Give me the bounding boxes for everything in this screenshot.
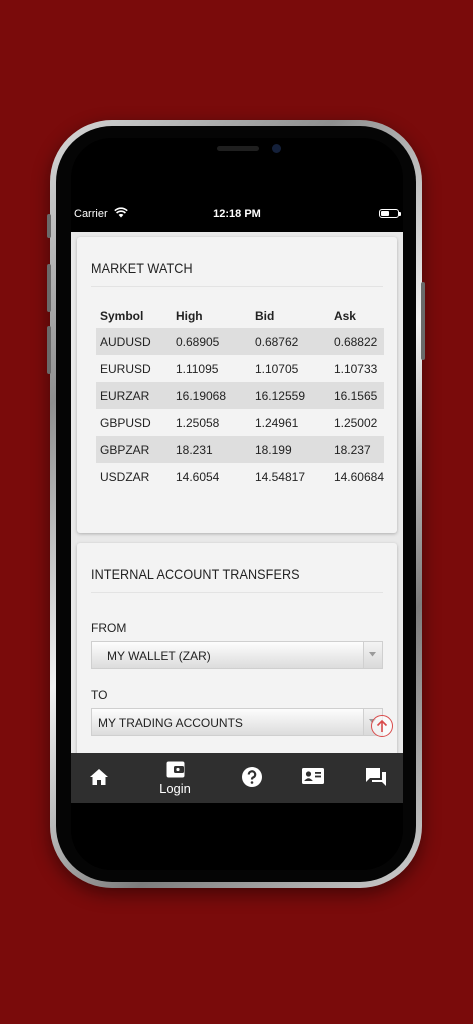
column-header-ask: Ask bbox=[333, 308, 356, 323]
transfers-card: INTERNAL ACCOUNT TRANSFERS FROM MY WALLE… bbox=[77, 543, 397, 753]
power-button bbox=[421, 282, 425, 360]
cell-symbol: EURZAR bbox=[96, 382, 172, 409]
table-row: GBPZAR 18.231 18.199 18.237 bbox=[96, 436, 384, 463]
cell-bid: 18.199 bbox=[250, 436, 330, 463]
market-watch-table: Symbol High Bid Ask AUDUSD 0.68905 0.687… bbox=[96, 303, 384, 490]
scroll-content[interactable]: MARKET WATCH Symbol High Bid Ask AUDUSD … bbox=[71, 232, 403, 753]
cell-ask: 14.60684 bbox=[333, 469, 384, 484]
status-bar: Carrier 12:18 PM bbox=[71, 205, 403, 225]
cell-high: 0.68905 bbox=[171, 328, 251, 355]
volume-up-button bbox=[47, 264, 51, 312]
table-row: USDZAR 14.6054 14.54817 14.60684 bbox=[96, 463, 384, 490]
market-watch-card: MARKET WATCH Symbol High Bid Ask AUDUSD … bbox=[77, 237, 397, 533]
column-header-high: High bbox=[175, 308, 203, 323]
transfers-title: INTERNAL ACCOUNT TRANSFERS bbox=[91, 566, 300, 582]
cell-symbol: GBPUSD bbox=[100, 415, 151, 430]
cell-bid: 16.12559 bbox=[250, 382, 330, 409]
nav-login-label: Login bbox=[159, 781, 191, 796]
cell-high: 18.231 bbox=[171, 436, 251, 463]
divider bbox=[91, 286, 383, 287]
home-icon bbox=[90, 769, 108, 785]
speaker-grille bbox=[217, 146, 259, 151]
help-icon bbox=[242, 767, 262, 787]
cell-bid: 1.24961 bbox=[254, 415, 299, 430]
cell-symbol: USDZAR bbox=[100, 469, 150, 484]
to-account-select[interactable]: MY TRADING ACCOUNTS bbox=[91, 708, 383, 736]
table-row: GBPUSD 1.25058 1.24961 1.25002 bbox=[96, 409, 384, 436]
from-account-value: MY WALLET (ZAR) bbox=[107, 649, 211, 663]
battery-icon bbox=[379, 209, 401, 218]
nav-help[interactable] bbox=[233, 753, 271, 803]
table-row: EURZAR 16.19068 16.12559 16.1565 bbox=[96, 382, 384, 409]
divider bbox=[91, 592, 383, 593]
from-label: FROM bbox=[91, 621, 127, 635]
cell-bid: 1.10705 bbox=[254, 361, 299, 376]
cell-high: 16.19068 bbox=[171, 382, 251, 409]
nav-login[interactable]: Login bbox=[151, 753, 199, 803]
cell-ask: 16.1565 bbox=[329, 382, 384, 409]
scroll-to-top-button[interactable] bbox=[371, 715, 393, 737]
market-watch-title: MARKET WATCH bbox=[91, 260, 193, 276]
cell-ask: 0.68822 bbox=[329, 328, 384, 355]
column-header-symbol: Symbol bbox=[100, 308, 144, 323]
cell-ask: 1.10733 bbox=[333, 361, 378, 376]
cell-symbol: EURUSD bbox=[100, 361, 151, 376]
cell-bid: 14.54817 bbox=[254, 469, 305, 484]
table-header-row: Symbol High Bid Ask bbox=[96, 303, 384, 328]
arrow-up-icon bbox=[376, 719, 388, 732]
status-time: 12:18 PM bbox=[213, 208, 261, 220]
caret-down-icon bbox=[369, 652, 376, 657]
table-row: AUDUSD 0.68905 0.68762 0.68822 bbox=[96, 328, 384, 355]
nav-home[interactable] bbox=[81, 753, 117, 803]
cell-ask: 18.237 bbox=[329, 436, 384, 463]
table-row: EURUSD 1.11095 1.10705 1.10733 bbox=[96, 355, 384, 382]
contact-card-icon bbox=[302, 768, 324, 784]
to-label: TO bbox=[91, 688, 108, 702]
mute-switch bbox=[47, 214, 51, 238]
cell-bid: 0.68762 bbox=[250, 328, 330, 355]
wallet-icon bbox=[166, 761, 185, 778]
cell-symbol: AUDUSD bbox=[96, 328, 172, 355]
front-camera bbox=[272, 144, 281, 153]
bottom-navigation: Login bbox=[71, 753, 403, 803]
nav-chat[interactable] bbox=[357, 753, 397, 803]
to-account-value: MY TRADING ACCOUNTS bbox=[98, 716, 243, 730]
cell-high: 1.11095 bbox=[175, 361, 219, 376]
cell-high: 1.25058 bbox=[175, 415, 220, 430]
nav-contact[interactable] bbox=[293, 753, 333, 803]
volume-down-button bbox=[47, 326, 51, 374]
column-header-bid: Bid bbox=[254, 308, 275, 323]
chat-icon bbox=[366, 768, 386, 786]
cell-high: 14.6054 bbox=[175, 469, 220, 484]
notch bbox=[154, 138, 320, 165]
cell-symbol: GBPZAR bbox=[96, 436, 172, 463]
cell-ask: 1.25002 bbox=[333, 415, 378, 430]
phone-screen: Carrier 12:18 PM MARKET WATCH Symbol Hig… bbox=[71, 138, 403, 870]
from-account-select[interactable]: MY WALLET (ZAR) bbox=[91, 641, 383, 669]
from-select-arrow[interactable] bbox=[363, 642, 382, 668]
